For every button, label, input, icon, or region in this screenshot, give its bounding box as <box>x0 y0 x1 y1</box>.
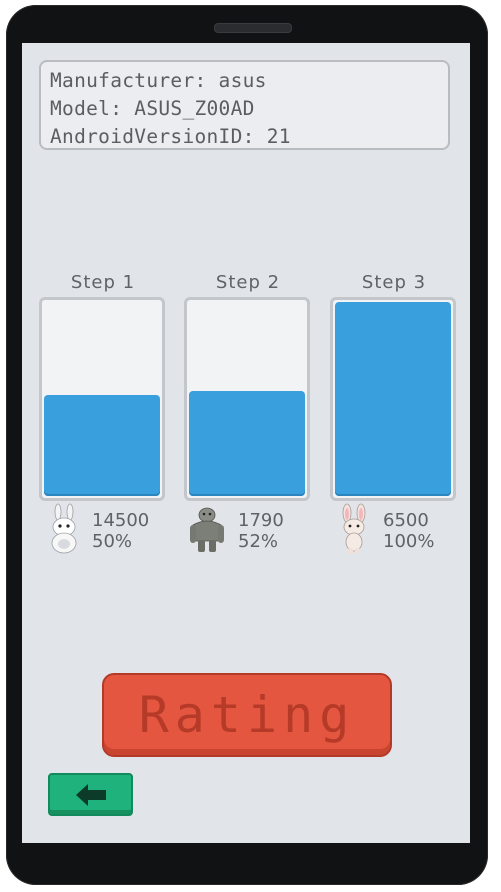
step-3-bar-fill <box>335 302 451 496</box>
manufacturer-text: Manufacturer: asus <box>50 69 267 92</box>
android-version-text: AndroidVersionID: 21 <box>50 125 291 148</box>
step-2-bar-fill <box>189 391 305 496</box>
speaker-grille <box>214 23 292 33</box>
device-info-panel: Manufacturer: asus Model: ASUS_Z00AD And… <box>39 60 450 150</box>
back-arrow-icon <box>75 783 106 806</box>
step-1-bar-fill <box>44 395 160 496</box>
model-text: Model: ASUS_Z00AD <box>50 97 255 120</box>
step-1-percent: 50% <box>92 531 133 552</box>
step-2-score: 1790 <box>238 510 284 531</box>
step-1-bar <box>39 297 165 501</box>
step-2-bar <box>184 297 310 501</box>
step-3-bar <box>330 297 456 501</box>
step-3-label: Step 3 <box>361 272 427 293</box>
troll-icon <box>190 507 224 552</box>
back-button[interactable] <box>48 773 133 816</box>
step-2-label: Step 2 <box>215 272 281 293</box>
app-screen: Manufacturer: asus Model: ASUS_Z00AD And… <box>22 43 470 843</box>
step-1-score: 14500 <box>92 510 150 531</box>
step-2-percent: 52% <box>238 531 279 552</box>
rabbit-icon <box>51 503 77 554</box>
rating-button-label: Rating <box>138 686 356 744</box>
step-3-score: 6500 <box>383 510 429 531</box>
step-3-percent: 100% <box>383 531 435 552</box>
rating-button[interactable]: Rating <box>102 673 392 757</box>
step-1-label: Step 1 <box>70 272 136 293</box>
bunny-icon <box>342 503 366 554</box>
